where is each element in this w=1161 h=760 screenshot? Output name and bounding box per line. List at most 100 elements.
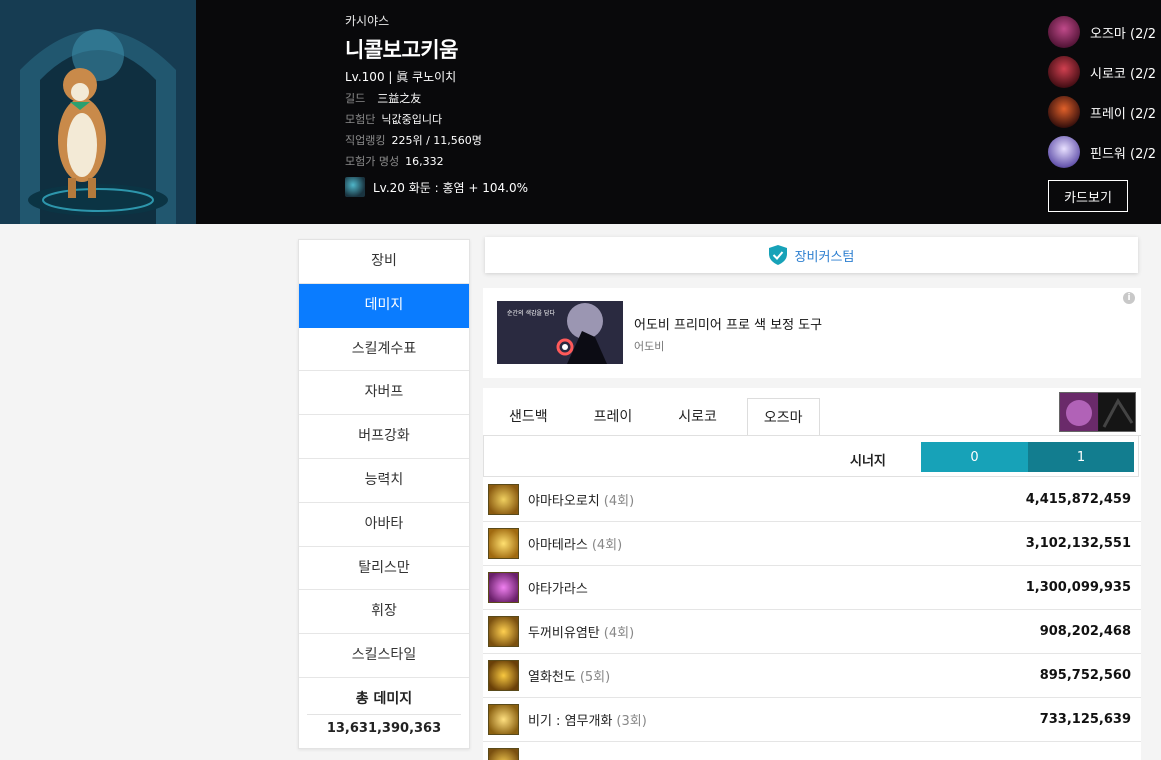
equipment-custom-label: 장비커스텀	[794, 249, 855, 265]
info-icon[interactable]: i	[1123, 292, 1135, 304]
damage-row	[483, 742, 1141, 760]
skill-count: (4회)	[603, 494, 635, 509]
synergy-label: 시너지	[850, 454, 886, 469]
ad-image-text: 순간의 색감을 담다	[507, 309, 555, 317]
total-damage: 총 데미지 13,631,390,363	[299, 678, 469, 748]
party-member-name: 핀드워 (2/2	[1090, 146, 1157, 162]
damage-row: 두꺼비유염탄 (4회) 908,202,468	[483, 610, 1141, 654]
side-item-damage[interactable]: 데미지	[299, 283, 469, 328]
side-item-self-buff[interactable]: 자버프	[299, 371, 469, 416]
character-info: 카시야스 니콜보고키움 Lv.100 | 眞 쿠노이치 길드 三益之友 모험단 닉값…	[345, 12, 528, 198]
party-avatar-icon	[1048, 16, 1080, 48]
skill-name: 비기 : 염무개화	[528, 714, 613, 729]
party-member-name: 오즈마 (2/2	[1090, 26, 1157, 42]
info-row-fame: 모험가 명성 16,332	[345, 151, 528, 172]
card-view-button[interactable]: 카드보기	[1048, 180, 1128, 212]
skill-damage: 908,202,468	[1039, 624, 1131, 639]
info-row-guild: 길드 三益之友	[345, 88, 528, 109]
skill-icon	[488, 616, 519, 647]
party-member-name: 프레이 (2/2	[1090, 106, 1157, 122]
awakening-toggle-image[interactable]	[1059, 392, 1136, 432]
side-item-talisman[interactable]: 탈리스만	[299, 547, 469, 591]
skill-icon	[488, 748, 519, 760]
damage-row: 열화천도 (5회) 895,752,560	[483, 654, 1141, 698]
ad-title[interactable]: 어도비 프리미어 프로 색 보정 도구	[634, 314, 822, 333]
skill-damage: 4,415,872,459	[1025, 492, 1131, 507]
skill-count: (3회)	[616, 714, 647, 729]
skill-count: (4회)	[603, 626, 635, 641]
side-item-equipment[interactable]: 장비	[299, 240, 469, 284]
skill-name: 열화천도	[528, 670, 576, 685]
side-item-emblem[interactable]: 휘장	[299, 590, 469, 635]
ad-image-art: 순간의 색감을 담다	[497, 301, 623, 364]
side-item-skill-coefficients[interactable]: 스킬계수표	[299, 328, 469, 372]
skill-title-icon	[345, 177, 365, 197]
skill-icon	[488, 572, 519, 603]
party-list: 오즈마 (2/2 시로코 (2/2 프레이 (2/2 핀드워 (2/2	[1048, 12, 1161, 172]
side-menu: 장비 데미지 스킬계수표 자버프 버프강화 능력치 아바타 탈리스만 휘장 스킬…	[298, 239, 470, 749]
side-item-buff-enhance[interactable]: 버프강화	[299, 415, 469, 459]
ad-image[interactable]: 순간의 색감을 담다	[497, 301, 623, 364]
skill-icon	[488, 704, 519, 735]
job-ranking: 225위 / 11,560명	[391, 134, 482, 147]
info-key: 모험단	[345, 113, 376, 126]
character-name: 니콜보고키움	[345, 38, 458, 62]
skill-count: (4회)	[591, 538, 623, 553]
skill-icon	[488, 660, 519, 691]
damage-row: 아마테라스 (4회) 3,102,132,551	[483, 522, 1141, 566]
skill-name: 두꺼비유염탄	[528, 626, 600, 641]
guild-name[interactable]: 三益之友	[377, 92, 421, 105]
skill-name: 야마타오로치	[528, 494, 600, 509]
awakening-icon	[1060, 393, 1135, 431]
synergy-option-1[interactable]: 1	[1028, 442, 1134, 472]
info-key: 직업랭킹	[345, 134, 386, 147]
server-name: 카시야스	[345, 14, 390, 28]
total-damage-value: 13,631,390,363	[326, 720, 442, 736]
party-member[interactable]: 시로코 (2/2	[1048, 52, 1161, 92]
skill-damage: 1,300,099,935	[1025, 580, 1131, 595]
party-member[interactable]: 핀드워 (2/2	[1048, 132, 1161, 172]
side-item-avatar[interactable]: 아바타	[299, 503, 469, 547]
party-avatar-icon	[1048, 56, 1080, 88]
fame-value: 16,332	[405, 155, 444, 168]
target-tabs: 샌드백 프레이 시로코 오즈마	[493, 398, 834, 436]
info-key: 모험가 명성	[345, 155, 400, 168]
tab-ozma[interactable]: 오즈마	[746, 398, 820, 436]
advertisement[interactable]: 순간의 색감을 담다 어도비 프리미어 프로 색 보정 도구 어도비 i	[483, 288, 1141, 378]
synergy-row: 시너지 0 1	[483, 435, 1139, 477]
tab-sandbag[interactable]: 샌드백	[493, 398, 564, 436]
skill-name: 야타가라스	[528, 582, 588, 597]
info-row-adventure: 모험단 닉값중입니다	[345, 109, 528, 130]
divider	[307, 713, 461, 715]
equipment-custom-button[interactable]: 장비커스텀	[485, 237, 1138, 273]
info-row-ranking: 직업랭킹 225위 / 11,560명	[345, 130, 528, 151]
tab-shiroko[interactable]: 시로코	[662, 398, 733, 436]
party-member[interactable]: 프레이 (2/2	[1048, 92, 1161, 132]
total-damage-label: 총 데미지	[355, 690, 413, 707]
party-member[interactable]: 오즈마 (2/2	[1048, 12, 1161, 52]
side-item-stats[interactable]: 능력치	[299, 459, 469, 503]
skill-count: (5회)	[579, 670, 611, 685]
damage-row: 비기 : 염무개화 (3회) 733,125,639	[483, 698, 1141, 742]
character-portrait-art	[0, 0, 196, 224]
party-member-name: 시로코 (2/2	[1090, 66, 1157, 82]
damage-panel: 샌드백 프레이 시로코 오즈마 시너지 0 1 야마타오로치 (4회) 4,41…	[483, 388, 1141, 760]
skill-name: 아마테라스	[528, 538, 588, 553]
damage-row: 야타가라스 1,300,099,935	[483, 566, 1141, 610]
damage-list: 야마타오로치 (4회) 4,415,872,459 아마테라스 (4회) 3,1…	[483, 478, 1141, 760]
tab-frey[interactable]: 프레이	[578, 398, 649, 436]
title-text: Lv.20 화둔 : 홍염 + 104.0%	[373, 180, 529, 195]
adventure-name: 닉값중입니다	[381, 113, 443, 126]
skill-damage: 895,752,560	[1039, 668, 1131, 683]
shield-check-icon	[768, 245, 787, 265]
skill-damage: 733,125,639	[1039, 712, 1131, 727]
party-avatar-icon	[1048, 136, 1080, 168]
character-header: 카시야스 니콜보고키움 Lv.100 | 眞 쿠노이치 길드 三益之友 모험단 닉값…	[0, 0, 1161, 224]
info-key: 길드	[345, 92, 366, 105]
side-item-skill-style[interactable]: 스킬스타일	[299, 634, 469, 678]
party-avatar-icon	[1048, 96, 1080, 128]
synergy-option-0[interactable]: 0	[921, 442, 1028, 472]
title-row: Lv.20 화둔 : 홍염 + 104.0%	[345, 176, 528, 198]
skill-damage: 3,102,132,551	[1025, 536, 1131, 551]
skill-icon	[488, 484, 519, 515]
